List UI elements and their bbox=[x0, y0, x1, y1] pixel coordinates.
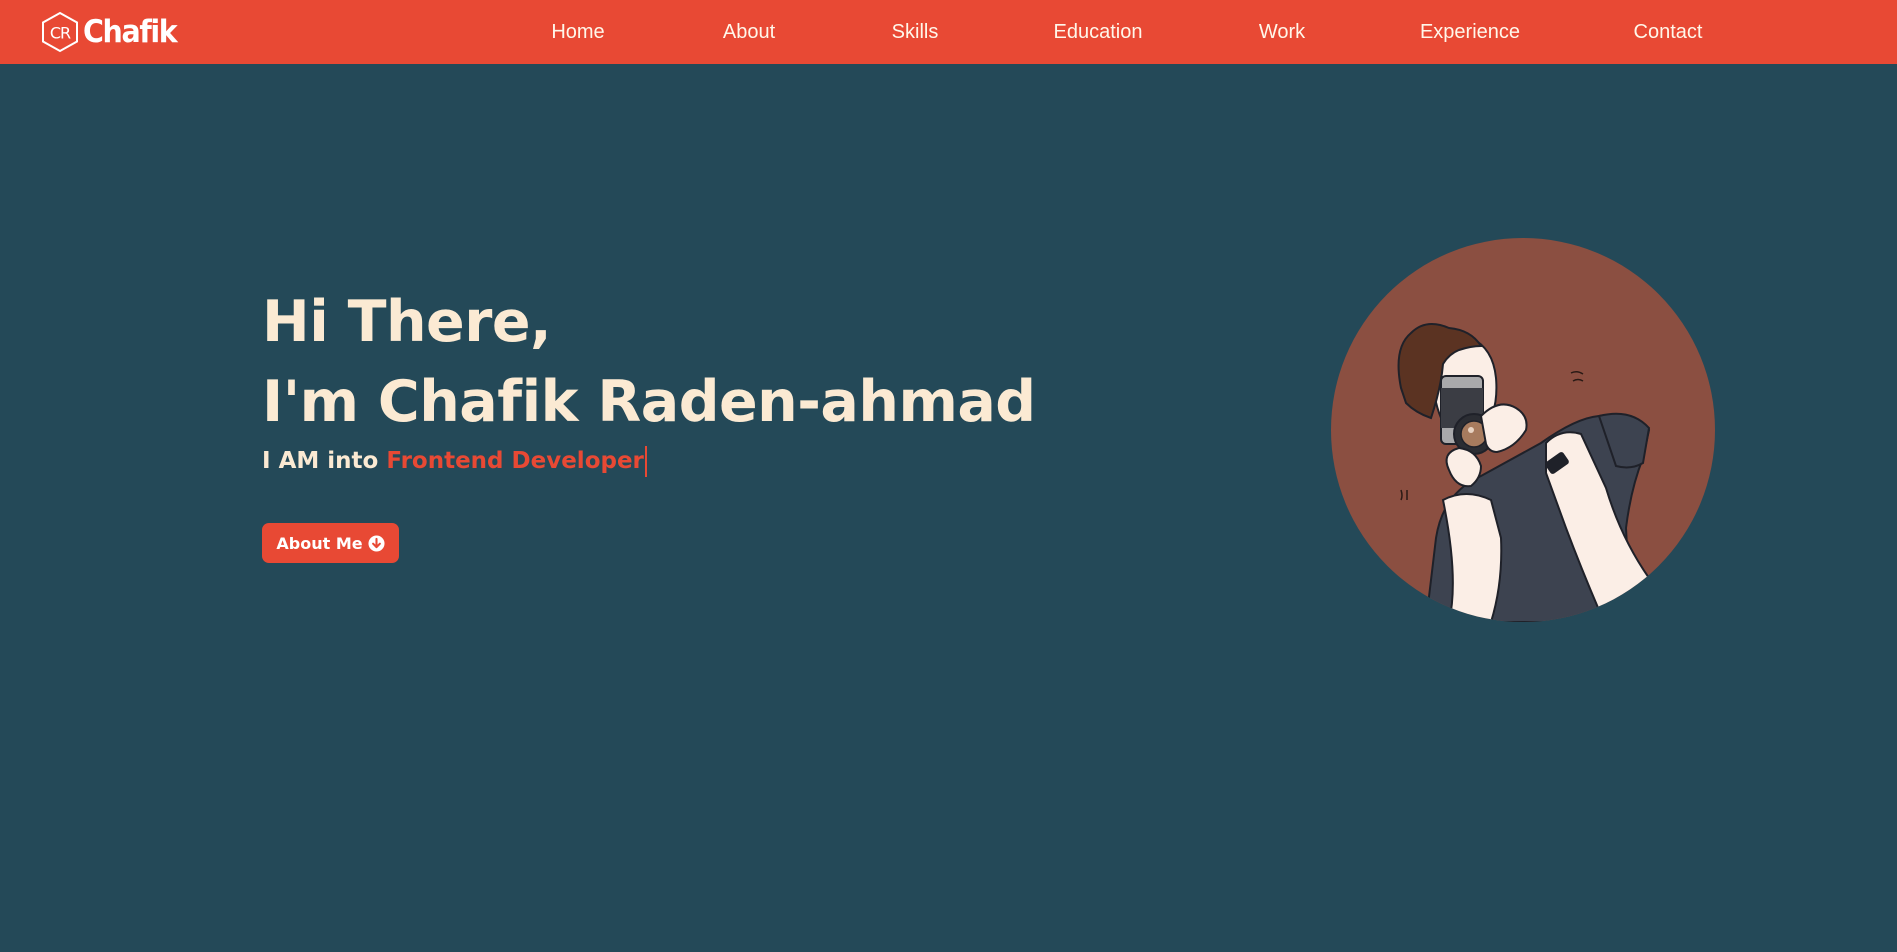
brand-name: Chafik bbox=[83, 13, 178, 50]
hero-tagline: I AM into Frontend Developer bbox=[262, 444, 1162, 478]
arrow-circle-down-icon bbox=[368, 534, 385, 552]
logo-mark-text: CR bbox=[50, 24, 71, 43]
nav-education[interactable]: Education bbox=[1054, 0, 1143, 64]
hero-greeting: Hi There, bbox=[262, 289, 552, 355]
nav-work[interactable]: Work bbox=[1259, 0, 1305, 64]
nav-skills[interactable]: Skills bbox=[892, 0, 939, 64]
hero-name: I'm Chafik Raden-ahmad bbox=[262, 369, 1036, 435]
nav-experience[interactable]: Experience bbox=[1420, 0, 1520, 64]
navbar: CR Chafik Home About Skills Education Wo… bbox=[0, 0, 1897, 64]
tagline-typed-role: Frontend Developer bbox=[386, 448, 644, 474]
about-me-label: About Me bbox=[276, 533, 363, 553]
hero-section: Hi There, I'm Chafik Raden-ahmad I AM in… bbox=[262, 282, 1162, 478]
tagline-prefix: I AM into bbox=[262, 448, 379, 474]
nav-home[interactable]: Home bbox=[551, 0, 604, 64]
photographer-illustration bbox=[1331, 238, 1715, 622]
hexagon-logo-icon: CR bbox=[42, 11, 78, 53]
nav-contact[interactable]: Contact bbox=[1634, 0, 1703, 64]
typing-cursor bbox=[644, 445, 647, 477]
about-me-button[interactable]: About Me bbox=[262, 523, 399, 563]
brand-logo[interactable]: CR Chafik bbox=[40, 11, 184, 53]
nav-about[interactable]: About bbox=[723, 0, 775, 64]
